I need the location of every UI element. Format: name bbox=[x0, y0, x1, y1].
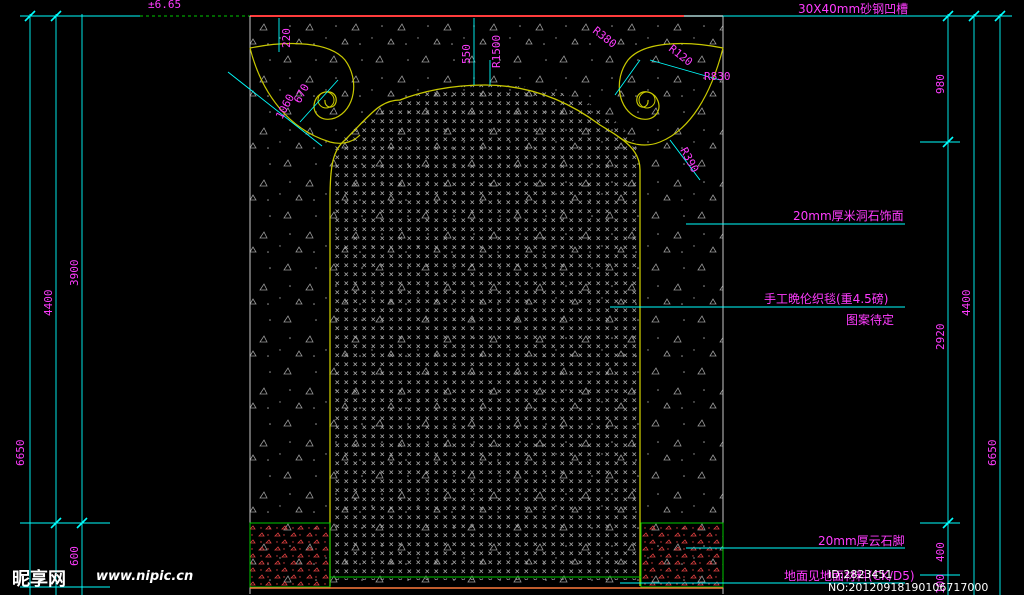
watermark-logo: 昵享网 bbox=[12, 569, 66, 590]
callout-skirting: 20mm厚云石脚 bbox=[818, 533, 905, 548]
skirting-right bbox=[640, 522, 724, 588]
watermark-site: www.nipic.cn bbox=[96, 569, 194, 584]
callout-groove: 30X40mm砂钢凹槽 bbox=[798, 2, 908, 16]
watermark-id: ID:2823451 NO:20120918190106717000 bbox=[828, 568, 989, 594]
dim-r830: R830 bbox=[704, 70, 731, 83]
dim-220: 220 bbox=[280, 28, 293, 48]
right-dim-2920: 2920 bbox=[934, 324, 947, 351]
skirting-left bbox=[249, 522, 331, 588]
elevation-drawing: ±6.65 220 550 R1500 670 1060 R380 R120 R… bbox=[14, 0, 1012, 595]
callout-carpet-2: 图案待定 bbox=[846, 312, 894, 327]
left-dim-3900: 3900 bbox=[68, 260, 81, 287]
right-dim-980: 980 bbox=[934, 74, 947, 94]
left-dim-4400: 4400 bbox=[42, 290, 55, 317]
dim-550: 550 bbox=[460, 44, 473, 64]
right-dim-400: 400 bbox=[934, 542, 947, 562]
left-dim-600: 600 bbox=[68, 546, 81, 566]
callout-marble: 20mm厚米洞石饰面 bbox=[793, 209, 904, 223]
left-dim-6650: 6650 bbox=[14, 440, 27, 467]
right-dim-4400: 4400 bbox=[960, 290, 973, 317]
callout-carpet-1: 手工晩伦织毯(重4.5磅) bbox=[764, 291, 888, 306]
right-dim-6650: 6650 bbox=[986, 440, 999, 467]
carpet-panel bbox=[330, 85, 641, 580]
elevation-mark: ±6.65 bbox=[148, 0, 181, 11]
left-dimension-lines bbox=[20, 14, 140, 595]
dim-r1500: R1500 bbox=[490, 35, 503, 68]
